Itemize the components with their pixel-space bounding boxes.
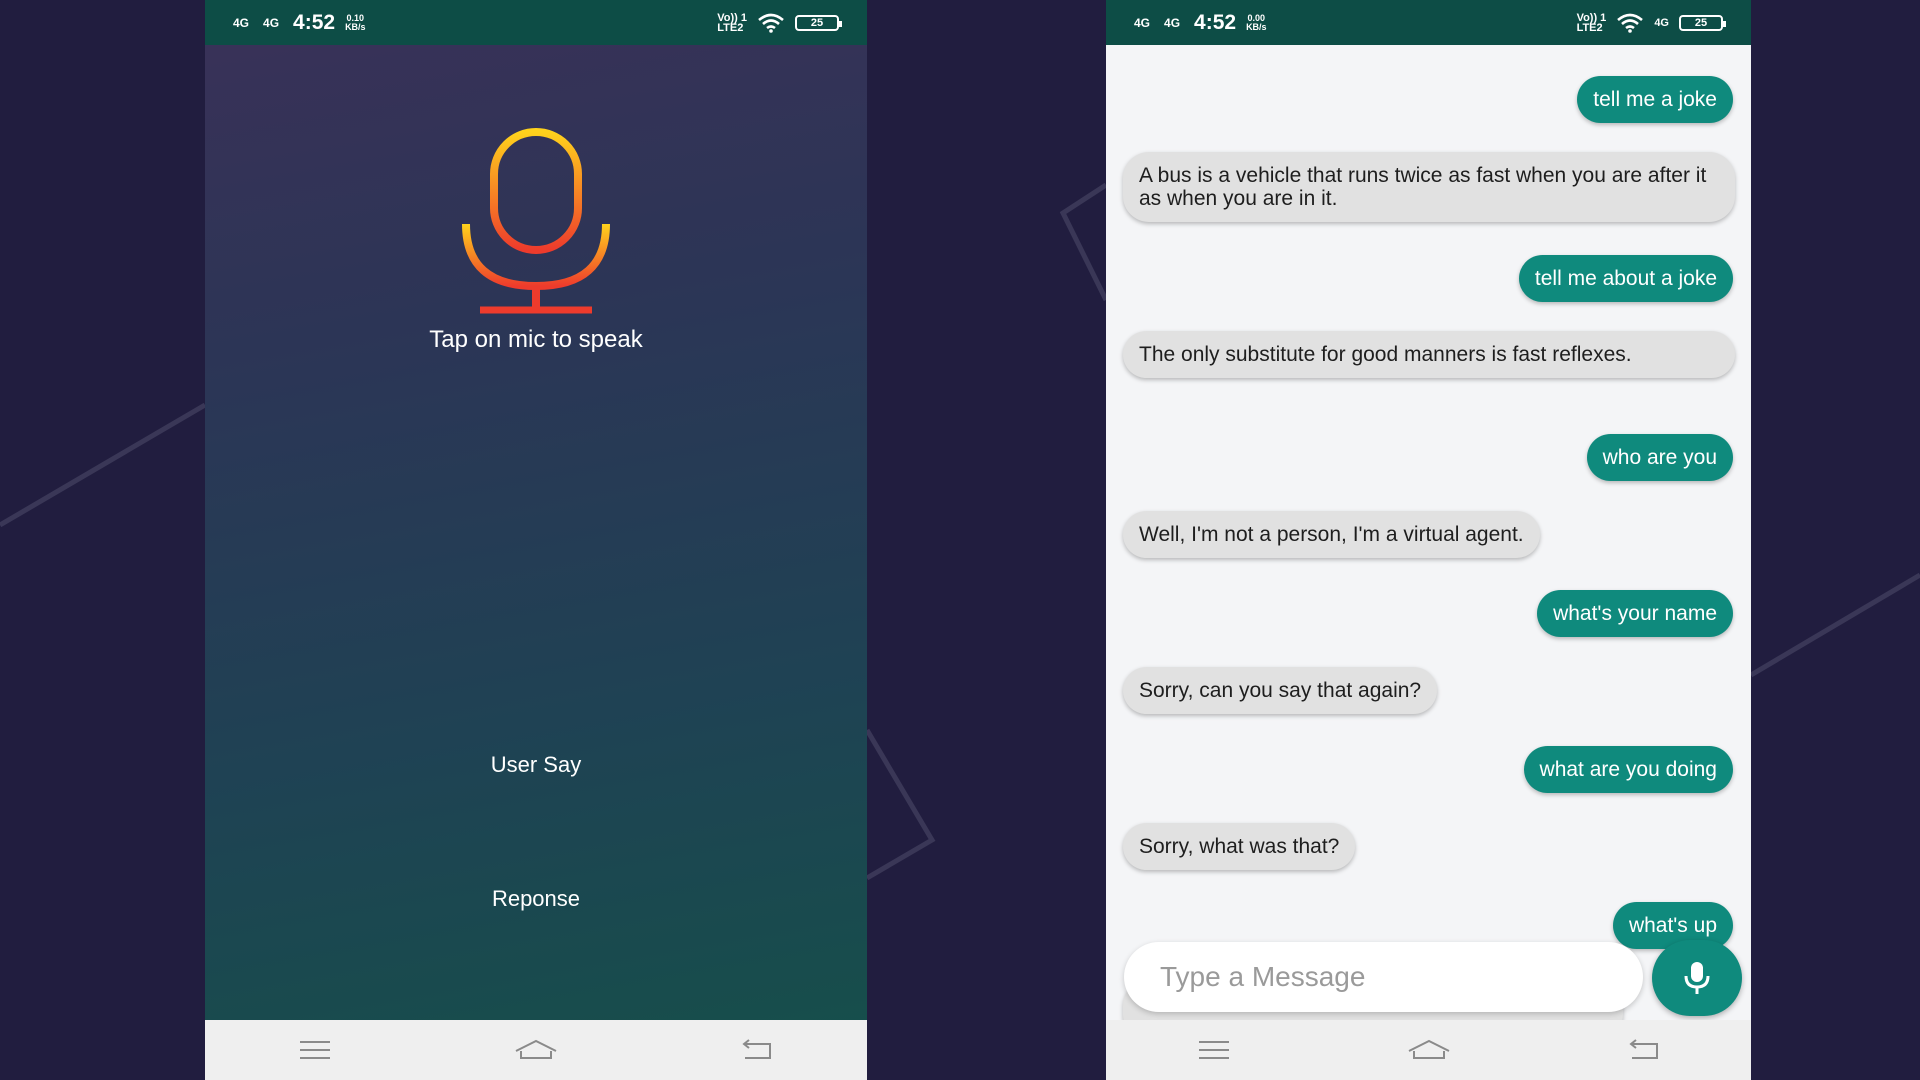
user-message: tell me about a joke (1518, 255, 1733, 302)
battery-level: 25 (1694, 16, 1708, 29)
wifi-icon (1617, 13, 1644, 33)
message-input[interactable] (1124, 942, 1643, 1012)
volte-indicator: Vo)) 1 LTE2 (1576, 12, 1607, 34)
menu-icon (300, 1041, 331, 1059)
voice-input-button[interactable] (1652, 940, 1742, 1016)
status-bar: 4G 4G 4:52 0.00 KB/s Vo)) 1 LTE2 4G 25 (1106, 0, 1751, 45)
home-icon (515, 1039, 557, 1059)
microphone-icon (1684, 962, 1710, 994)
bot-message: The only substitute for good manners is … (1123, 331, 1735, 378)
network-speed-unit: KB/s (1246, 21, 1267, 32)
signal-indicator-1: 4G (233, 15, 250, 30)
home-button[interactable] (511, 1030, 561, 1070)
back-button[interactable] (1619, 1030, 1669, 1070)
back-icon (742, 1039, 771, 1059)
battery-level: 25 (810, 16, 824, 29)
message-input-container (1124, 942, 1643, 1012)
chat-screen: 4G 4G 4:52 0.00 KB/s Vo)) 1 LTE2 4G 25 t… (1106, 0, 1751, 1080)
back-icon (1628, 1039, 1658, 1059)
voice-screen: 4G 4G 4:52 0.10 KB/s Vo)) 1 LTE2 25 Tap … (205, 0, 867, 1080)
user-message: who are you (1586, 434, 1733, 481)
bot-message: Well, I'm not a person, I'm a virtual ag… (1123, 511, 1540, 558)
signal-indicator-1: 4G (1134, 15, 1151, 30)
navigation-bar (1106, 1020, 1751, 1080)
user-message: tell me a joke (1577, 76, 1733, 123)
response-text: Reponse (491, 886, 581, 911)
battery-icon: 25 (1679, 14, 1726, 31)
signal-indicator-2: 4G (1164, 15, 1181, 30)
user-say-text: User Say (490, 752, 582, 777)
user-message: what are you doing (1523, 746, 1733, 793)
network-speed: 0.00 KB/s (1246, 13, 1267, 32)
status-bar: 4G 4G 4:52 0.10 KB/s Vo)) 1 LTE2 25 (205, 0, 867, 45)
back-button[interactable] (732, 1030, 782, 1070)
volte-indicator: Vo)) 1 LTE2 (717, 12, 747, 34)
lte-label: LTE2 (1576, 21, 1603, 34)
network-type: 4G (1654, 16, 1669, 29)
lte-label: LTE2 (717, 21, 744, 34)
bot-message: Sorry, can you say that again? (1123, 667, 1438, 714)
menu-button[interactable] (1189, 1030, 1239, 1070)
home-icon (1408, 1039, 1449, 1059)
bot-message: A bus is a vehicle that runs twice as fa… (1123, 152, 1735, 222)
chat-list[interactable]: tell me a joke A bus is a vehicle that r… (1106, 45, 1751, 1020)
tap-mic-label: Tap on mic to speak (429, 326, 643, 353)
wifi-icon (758, 13, 784, 33)
home-button[interactable] (1404, 1030, 1454, 1070)
status-time: 4:52 (1194, 10, 1237, 34)
microphone-icon[interactable] (458, 128, 618, 316)
status-time: 4:52 (293, 10, 336, 34)
battery-icon: 25 (795, 14, 842, 31)
menu-icon (1198, 1041, 1229, 1059)
navigation-bar (205, 1020, 867, 1080)
network-speed-unit: KB/s (345, 21, 366, 32)
menu-button[interactable] (290, 1030, 340, 1070)
signal-indicator-2: 4G (263, 15, 280, 30)
network-speed: 0.10 KB/s (345, 13, 366, 32)
user-message: what's your name (1537, 590, 1733, 637)
bot-message: Sorry, what was that? (1123, 823, 1356, 870)
